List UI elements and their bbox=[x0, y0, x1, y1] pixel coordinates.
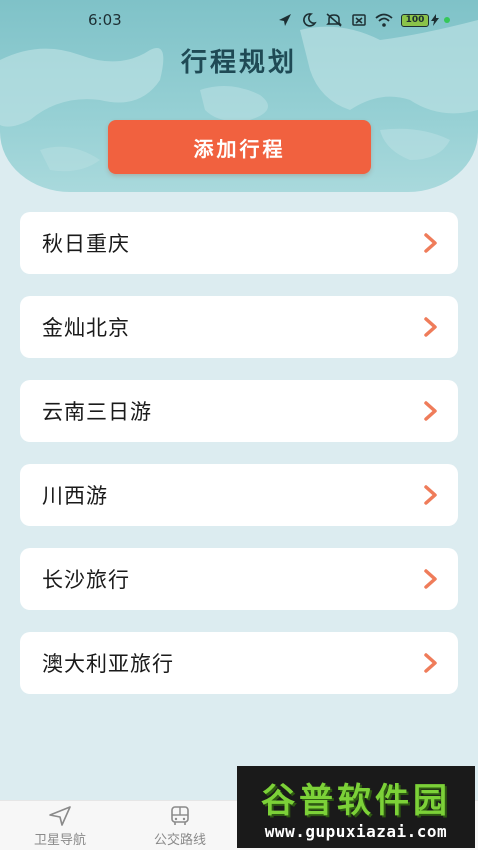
status-bar: 6:03 100 bbox=[0, 0, 478, 40]
no-sim-icon bbox=[352, 14, 366, 26]
trip-label: 金灿北京 bbox=[42, 316, 130, 340]
add-trip-button[interactable]: 添加行程 bbox=[108, 120, 371, 174]
trip-item[interactable]: 云南三日游 bbox=[20, 380, 458, 442]
status-time: 6:03 bbox=[88, 11, 122, 29]
trip-label: 秋日重庆 bbox=[42, 232, 130, 256]
page-title: 行程规划 bbox=[180, 48, 297, 78]
trip-item[interactable]: 长沙旅行 bbox=[20, 548, 458, 610]
trip-label: 澳大利亚旅行 bbox=[42, 652, 174, 676]
nav-label: 公交路线 bbox=[153, 832, 206, 848]
trip-item[interactable]: 金灿北京 bbox=[20, 296, 458, 358]
nav-item-satellite-navigation[interactable]: 卫星导航 bbox=[0, 801, 120, 850]
chevron-right-icon bbox=[424, 401, 437, 421]
trip-label: 云南三日游 bbox=[42, 400, 152, 424]
trip-label: 长沙旅行 bbox=[42, 568, 130, 592]
chevron-right-icon bbox=[424, 317, 437, 337]
charging-dot bbox=[444, 17, 450, 23]
navigation-arrow-icon bbox=[49, 805, 71, 826]
chevron-right-icon bbox=[424, 569, 437, 589]
trip-item[interactable]: 秋日重庆 bbox=[20, 212, 458, 274]
mute-icon bbox=[326, 13, 342, 27]
nav-label: 卫星导航 bbox=[33, 832, 86, 848]
status-icons: 100 bbox=[277, 12, 450, 28]
chevron-right-icon bbox=[424, 653, 437, 673]
wifi-icon bbox=[375, 13, 393, 27]
watermark-url: www.gupuxiazai.com bbox=[264, 822, 448, 841]
screen: 6:03 100 行程规划 添加行程 秋日重庆 金灿北京 云南三日游 川西游 长… bbox=[0, 0, 478, 850]
trip-label: 川西游 bbox=[42, 484, 108, 508]
trip-item[interactable]: 澳大利亚旅行 bbox=[20, 632, 458, 694]
chevron-right-icon bbox=[424, 485, 437, 505]
moon-icon bbox=[303, 13, 317, 27]
battery-indicator: 100 bbox=[401, 13, 450, 27]
bus-icon bbox=[171, 805, 189, 825]
location-arrow-icon bbox=[279, 14, 291, 26]
watermark-logo: 谷普软件园 www.gupuxiazai.com bbox=[237, 766, 475, 848]
trip-list: 秋日重庆 金灿北京 云南三日游 川西游 长沙旅行 澳大利亚旅行 bbox=[20, 212, 458, 716]
nav-item-bus-routes[interactable]: 公交路线 bbox=[120, 801, 240, 850]
battery-level: 100 bbox=[401, 13, 429, 27]
trip-item[interactable]: 川西游 bbox=[20, 464, 458, 526]
watermark-title: 谷普软件园 bbox=[261, 781, 451, 821]
chevron-right-icon bbox=[424, 233, 437, 253]
charging-bolt-icon bbox=[431, 14, 439, 26]
